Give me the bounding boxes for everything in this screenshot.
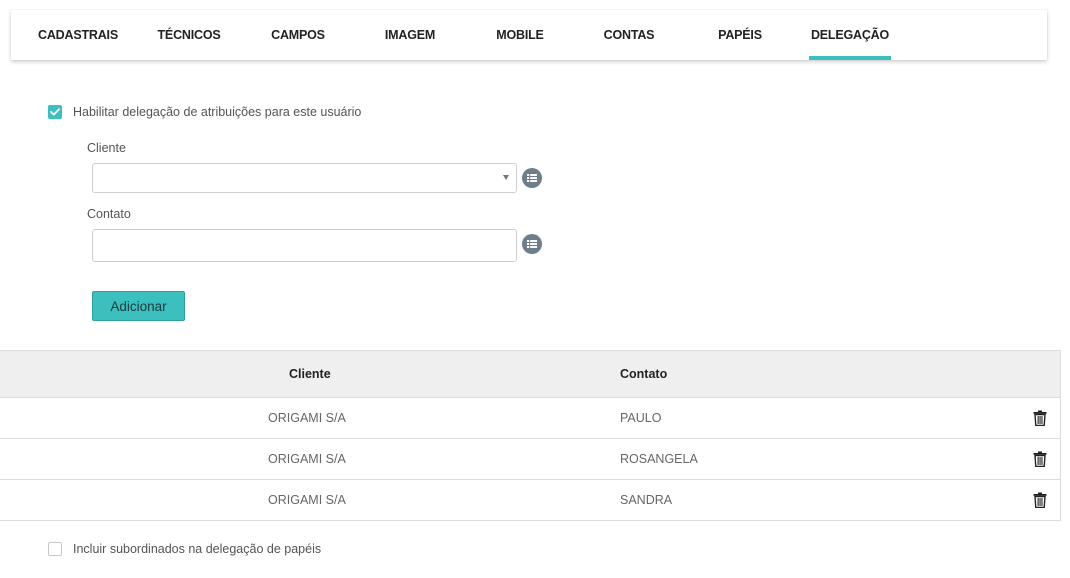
cell-cliente: ORIGAMI S/A — [268, 452, 346, 466]
cliente-select[interactable] — [92, 163, 517, 193]
tab-cadastrais[interactable]: CADASTRAIS — [33, 10, 123, 60]
contato-list-icon[interactable] — [522, 234, 542, 254]
check-icon — [50, 108, 60, 116]
table-header: Cliente Contato — [0, 350, 1061, 398]
trash-icon[interactable] — [1033, 410, 1047, 426]
tab-delegacao[interactable]: DELEGAÇÃO — [809, 10, 891, 60]
contato-label: Contato — [87, 207, 131, 221]
tab-papeis[interactable]: PAPÉIS — [711, 10, 769, 60]
table-row: ORIGAMI S/A ROSANGELA — [0, 439, 1061, 480]
tab-mobile[interactable]: MOBILE — [489, 10, 551, 60]
enable-delegation-checkbox[interactable] — [48, 105, 62, 119]
table-row: ORIGAMI S/A PAULO — [0, 398, 1061, 439]
header-cliente: Cliente — [289, 367, 331, 381]
include-subordinates-row: Incluir subordinados na delegação de pap… — [48, 542, 321, 556]
trash-icon[interactable] — [1033, 451, 1047, 467]
delegation-table: Cliente Contato ORIGAMI S/A PAULO ORIGAM… — [0, 350, 1061, 521]
table-row: ORIGAMI S/A SANDRA — [0, 480, 1061, 521]
tab-bar: CADASTRAIS TÉCNICOS CAMPOS IMAGEM MOBILE… — [11, 10, 1047, 60]
cell-cliente: ORIGAMI S/A — [268, 411, 346, 425]
enable-delegation-row: Habilitar delegação de atribuições para … — [48, 105, 361, 119]
cell-contato: ROSANGELA — [620, 452, 698, 466]
tab-tecnicos[interactable]: TÉCNICOS — [151, 10, 227, 60]
cliente-label: Cliente — [87, 141, 126, 155]
cell-contato: SANDRA — [620, 493, 673, 507]
add-button[interactable]: Adicionar — [92, 291, 185, 321]
tab-imagem[interactable]: IMAGEM — [375, 10, 445, 60]
trash-icon[interactable] — [1033, 492, 1047, 508]
header-contato: Contato — [620, 367, 668, 381]
page: CADASTRAIS TÉCNICOS CAMPOS IMAGEM MOBILE… — [0, 0, 1070, 578]
cell-cliente: ORIGAMI S/A — [268, 493, 346, 507]
tab-campos[interactable]: CAMPOS — [263, 10, 333, 60]
tab-contas[interactable]: CONTAS — [596, 10, 662, 60]
enable-delegation-label: Habilitar delegação de atribuições para … — [73, 105, 362, 119]
cliente-list-icon[interactable] — [522, 168, 542, 188]
include-subordinates-checkbox[interactable] — [48, 542, 62, 556]
include-subordinates-label: Incluir subordinados na delegação de pap… — [73, 542, 322, 556]
chevron-down-icon — [503, 175, 509, 180]
contato-input[interactable] — [92, 229, 517, 262]
cell-contato: PAULO — [620, 411, 662, 425]
